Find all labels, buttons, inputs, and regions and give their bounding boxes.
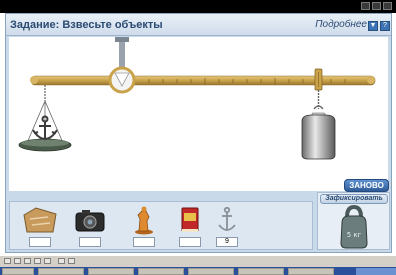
book-icon xyxy=(181,207,199,232)
taskbar-task[interactable] xyxy=(288,268,334,275)
rider-slider[interactable] xyxy=(314,68,323,91)
balance-scale xyxy=(18,37,376,160)
taskbar-task[interactable] xyxy=(88,268,134,275)
taskbar-task[interactable] xyxy=(138,268,184,275)
media-volume-button[interactable] xyxy=(68,258,75,264)
taskbar-tasks xyxy=(0,267,396,275)
sack-weight-input[interactable] xyxy=(29,237,51,247)
camera-weight-input[interactable] xyxy=(79,237,101,247)
beam xyxy=(30,75,376,86)
media-forward-button[interactable] xyxy=(34,258,41,264)
sack-icon xyxy=(23,207,57,233)
task-header: Задание: Взвесьте объекты Подробнее ▼ ? xyxy=(6,14,391,36)
media-next-button[interactable] xyxy=(44,258,51,264)
media-rewind-button[interactable] xyxy=(14,258,21,264)
media-stop-button[interactable] xyxy=(58,258,65,264)
tray-item-book[interactable] xyxy=(170,205,210,249)
tray-item-anchor[interactable]: 9 xyxy=(207,205,247,249)
support-post xyxy=(115,37,129,69)
taskbar-task[interactable] xyxy=(188,268,234,275)
book-weight-input[interactable] xyxy=(179,237,201,247)
anchor-weight-input[interactable]: 9 xyxy=(216,237,238,247)
taskbar-task[interactable] xyxy=(238,268,284,275)
tray-item-sack[interactable] xyxy=(20,205,60,249)
taskbar xyxy=(0,255,396,275)
media-prev-button[interactable] xyxy=(4,258,11,264)
tray-item-figurine[interactable] xyxy=(124,205,164,249)
app-window: Задание: Взвесьте объекты Подробнее ▼ ? xyxy=(5,13,392,253)
figurine-icon xyxy=(135,206,153,235)
taskbar-task[interactable] xyxy=(38,268,84,275)
fix-button[interactable]: Зафиксировать xyxy=(320,194,388,204)
tray-item-camera[interactable] xyxy=(70,205,110,249)
figurine-weight-input[interactable] xyxy=(133,237,155,247)
help-icon[interactable]: ? xyxy=(380,21,390,31)
maximize-button[interactable] xyxy=(372,2,381,10)
left-pan[interactable] xyxy=(18,85,72,152)
camera-icon xyxy=(75,210,105,232)
weight-label: 5 кг xyxy=(347,231,362,239)
close-button[interactable] xyxy=(383,2,392,10)
pivot xyxy=(108,66,136,94)
reference-weight[interactable] xyxy=(301,90,336,160)
task-title: Задание: Взвесьте объекты xyxy=(10,19,163,31)
kettlebell-icon[interactable]: 5 кг xyxy=(337,205,371,250)
taskbar-start-button[interactable] xyxy=(2,268,34,275)
anchor-icon xyxy=(218,206,236,231)
reset-button[interactable]: ЗАНОВО xyxy=(344,179,389,192)
chevron-down-icon[interactable]: ▼ xyxy=(368,21,378,31)
window-title-bar xyxy=(0,0,396,13)
details-link[interactable]: Подробнее xyxy=(315,19,367,30)
balance-stage xyxy=(9,37,388,191)
minimize-button[interactable] xyxy=(361,2,370,10)
media-play-button[interactable] xyxy=(24,258,31,264)
system-tray xyxy=(356,268,396,275)
objects-tray: 9 xyxy=(9,201,313,250)
fix-panel: Зафиксировать 5 кг xyxy=(317,192,390,250)
